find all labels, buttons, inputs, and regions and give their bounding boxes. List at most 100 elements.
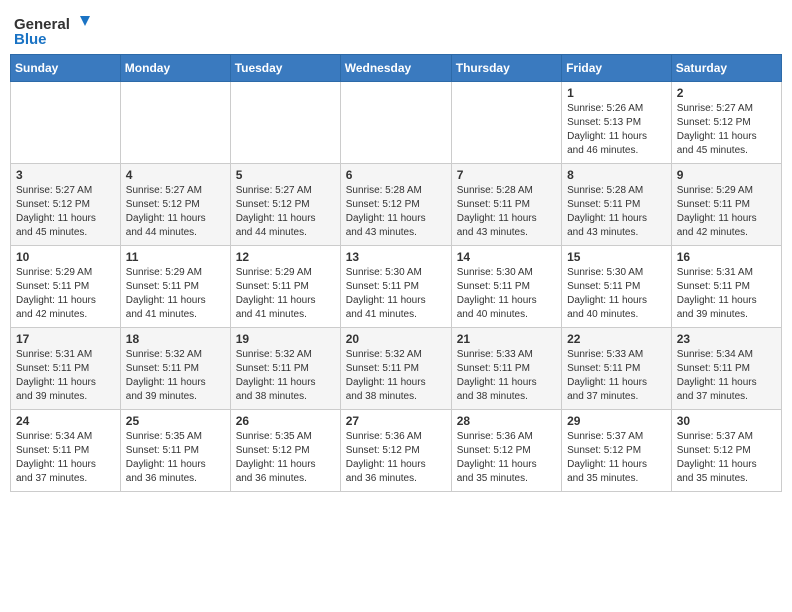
- day-number: 4: [126, 168, 225, 182]
- day-number: 5: [236, 168, 335, 182]
- calendar-day-header: Saturday: [671, 55, 781, 82]
- day-info: Sunrise: 5:29 AM Sunset: 5:11 PM Dayligh…: [677, 184, 776, 240]
- calendar-day-cell: 3 Sunrise: 5:27 AM Sunset: 5:12 PM Daylig…: [11, 164, 121, 246]
- day-info: Sunrise: 5:32 AM Sunset: 5:11 PM Dayligh…: [236, 348, 335, 404]
- calendar-day-cell: 19 Sunrise: 5:32 AM Sunset: 5:11 PM Dayli…: [230, 328, 340, 410]
- day-info: Sunrise: 5:36 AM Sunset: 5:12 PM Dayligh…: [457, 430, 556, 486]
- day-number: 19: [236, 332, 335, 346]
- day-info: Sunrise: 5:33 AM Sunset: 5:11 PM Dayligh…: [567, 348, 666, 404]
- calendar-day-cell: 8Sunrise: 5:28 AM Sunset: 5:11 PM Daylig…: [562, 164, 672, 246]
- day-number: 6: [346, 168, 446, 182]
- day-info: Sunrise: 5:30 AM Sunset: 5:11 PM Dayligh…: [457, 266, 556, 322]
- calendar-day-cell: 4 Sunrise: 5:27 AM Sunset: 5:12 PM Daylig…: [120, 164, 230, 246]
- day-info: Sunrise: 5:28 AM Sunset: 5:12 PM Dayligh…: [346, 184, 446, 240]
- calendar-day-cell: 30 Sunrise: 5:37 AM Sunset: 5:12 PM Dayli…: [671, 410, 781, 492]
- day-number: 20: [346, 332, 446, 346]
- day-number: 26: [236, 414, 335, 428]
- day-number: 2: [677, 86, 776, 100]
- day-info: Sunrise: 5:34 AM Sunset: 5:11 PM Dayligh…: [16, 430, 115, 486]
- day-number: 12: [236, 250, 335, 264]
- calendar-day-cell: 11 Sunrise: 5:29 AM Sunset: 5:11 PM Dayli…: [120, 246, 230, 328]
- calendar-day-cell: 6 Sunrise: 5:28 AM Sunset: 5:12 PM Daylig…: [340, 164, 451, 246]
- day-info: Sunrise: 5:33 AM Sunset: 5:11 PM Dayligh…: [457, 348, 556, 404]
- calendar-day-cell: 17 Sunrise: 5:31 AM Sunset: 5:11 PM Dayli…: [11, 328, 121, 410]
- day-info: Sunrise: 5:35 AM Sunset: 5:11 PM Dayligh…: [126, 430, 225, 486]
- calendar-week-row: 1 Sunrise: 5:26 AM Sunset: 5:13 PM Daylig…: [11, 82, 782, 164]
- day-info: Sunrise: 5:27 AM Sunset: 5:12 PM Dayligh…: [236, 184, 335, 240]
- calendar-day-cell: 23Sunrise: 5:34 AM Sunset: 5:11 PM Dayli…: [671, 328, 781, 410]
- day-number: 10: [16, 250, 115, 264]
- calendar-day-cell: 10 Sunrise: 5:29 AM Sunset: 5:11 PM Dayli…: [11, 246, 121, 328]
- calendar-day-cell: 29 Sunrise: 5:37 AM Sunset: 5:12 PM Dayli…: [562, 410, 672, 492]
- day-number: 23: [677, 332, 776, 346]
- logo-chevron-icon: [72, 14, 92, 34]
- day-number: 1: [567, 86, 666, 100]
- day-info: Sunrise: 5:26 AM Sunset: 5:13 PM Dayligh…: [567, 102, 666, 158]
- day-number: 15: [567, 250, 666, 264]
- calendar-day-cell: 13 Sunrise: 5:30 AM Sunset: 5:11 PM Dayli…: [340, 246, 451, 328]
- calendar-day-cell: 7 Sunrise: 5:28 AM Sunset: 5:11 PM Daylig…: [451, 164, 561, 246]
- day-number: 18: [126, 332, 225, 346]
- calendar-day-cell: 25 Sunrise: 5:35 AM Sunset: 5:11 PM Dayli…: [120, 410, 230, 492]
- day-number: 28: [457, 414, 556, 428]
- day-info: Sunrise: 5:30 AM Sunset: 5:11 PM Dayligh…: [567, 266, 666, 322]
- day-info: Sunrise: 5:30 AM Sunset: 5:11 PM Dayligh…: [346, 266, 446, 322]
- day-number: 17: [16, 332, 115, 346]
- calendar-week-row: 10 Sunrise: 5:29 AM Sunset: 5:11 PM Dayli…: [11, 246, 782, 328]
- day-info: Sunrise: 5:29 AM Sunset: 5:11 PM Dayligh…: [236, 266, 335, 322]
- day-info: Sunrise: 5:27 AM Sunset: 5:12 PM Dayligh…: [677, 102, 776, 158]
- calendar-day-cell: 24Sunrise: 5:34 AM Sunset: 5:11 PM Dayli…: [11, 410, 121, 492]
- day-info: Sunrise: 5:29 AM Sunset: 5:11 PM Dayligh…: [126, 266, 225, 322]
- day-info: Sunrise: 5:32 AM Sunset: 5:11 PM Dayligh…: [126, 348, 225, 404]
- day-info: Sunrise: 5:31 AM Sunset: 5:11 PM Dayligh…: [16, 348, 115, 404]
- calendar-day-cell: 9 Sunrise: 5:29 AM Sunset: 5:11 PM Daylig…: [671, 164, 781, 246]
- calendar-day-cell: [11, 82, 121, 164]
- day-number: 30: [677, 414, 776, 428]
- calendar-day-header: Friday: [562, 55, 672, 82]
- day-number: 8: [567, 168, 666, 182]
- calendar-day-cell: 22 Sunrise: 5:33 AM Sunset: 5:11 PM Dayli…: [562, 328, 672, 410]
- calendar-day-header: Wednesday: [340, 55, 451, 82]
- calendar-header-row: SundayMondayTuesdayWednesdayThursdayFrid…: [11, 55, 782, 82]
- day-number: 29: [567, 414, 666, 428]
- page-header: General Blue: [10, 10, 782, 48]
- calendar-day-header: Sunday: [11, 55, 121, 82]
- calendar-day-header: Thursday: [451, 55, 561, 82]
- day-number: 9: [677, 168, 776, 182]
- day-number: 13: [346, 250, 446, 264]
- calendar-day-header: Monday: [120, 55, 230, 82]
- calendar-day-cell: 14Sunrise: 5:30 AM Sunset: 5:11 PM Dayli…: [451, 246, 561, 328]
- calendar-day-cell: [120, 82, 230, 164]
- calendar-day-cell: 21Sunrise: 5:33 AM Sunset: 5:11 PM Dayli…: [451, 328, 561, 410]
- day-number: 3: [16, 168, 115, 182]
- calendar-day-cell: [340, 82, 451, 164]
- day-info: Sunrise: 5:32 AM Sunset: 5:11 PM Dayligh…: [346, 348, 446, 404]
- logo: General Blue: [14, 14, 92, 48]
- day-info: Sunrise: 5:31 AM Sunset: 5:11 PM Dayligh…: [677, 266, 776, 322]
- calendar-day-header: Tuesday: [230, 55, 340, 82]
- day-number: 22: [567, 332, 666, 346]
- calendar-day-cell: 12 Sunrise: 5:29 AM Sunset: 5:11 PM Dayli…: [230, 246, 340, 328]
- day-info: Sunrise: 5:29 AM Sunset: 5:11 PM Dayligh…: [16, 266, 115, 322]
- day-info: Sunrise: 5:27 AM Sunset: 5:12 PM Dayligh…: [16, 184, 115, 240]
- day-info: Sunrise: 5:27 AM Sunset: 5:12 PM Dayligh…: [126, 184, 225, 240]
- day-info: Sunrise: 5:37 AM Sunset: 5:12 PM Dayligh…: [677, 430, 776, 486]
- calendar-day-cell: 15 Sunrise: 5:30 AM Sunset: 5:11 PM Dayli…: [562, 246, 672, 328]
- day-info: Sunrise: 5:37 AM Sunset: 5:12 PM Dayligh…: [567, 430, 666, 486]
- calendar-day-cell: 26Sunrise: 5:35 AM Sunset: 5:12 PM Dayli…: [230, 410, 340, 492]
- day-number: 25: [126, 414, 225, 428]
- day-info: Sunrise: 5:36 AM Sunset: 5:12 PM Dayligh…: [346, 430, 446, 486]
- day-number: 7: [457, 168, 556, 182]
- calendar-day-cell: 18 Sunrise: 5:32 AM Sunset: 5:11 PM Dayli…: [120, 328, 230, 410]
- calendar-day-cell: 1 Sunrise: 5:26 AM Sunset: 5:13 PM Daylig…: [562, 82, 672, 164]
- calendar-week-row: 3 Sunrise: 5:27 AM Sunset: 5:12 PM Daylig…: [11, 164, 782, 246]
- calendar-day-cell: 27 Sunrise: 5:36 AM Sunset: 5:12 PM Dayli…: [340, 410, 451, 492]
- calendar-day-cell: 16Sunrise: 5:31 AM Sunset: 5:11 PM Dayli…: [671, 246, 781, 328]
- calendar-day-cell: 20 Sunrise: 5:32 AM Sunset: 5:11 PM Dayli…: [340, 328, 451, 410]
- day-number: 11: [126, 250, 225, 264]
- day-number: 27: [346, 414, 446, 428]
- day-info: Sunrise: 5:28 AM Sunset: 5:11 PM Dayligh…: [457, 184, 556, 240]
- calendar-week-row: 17 Sunrise: 5:31 AM Sunset: 5:11 PM Dayli…: [11, 328, 782, 410]
- calendar-day-cell: 5 Sunrise: 5:27 AM Sunset: 5:12 PM Daylig…: [230, 164, 340, 246]
- calendar-day-cell: [451, 82, 561, 164]
